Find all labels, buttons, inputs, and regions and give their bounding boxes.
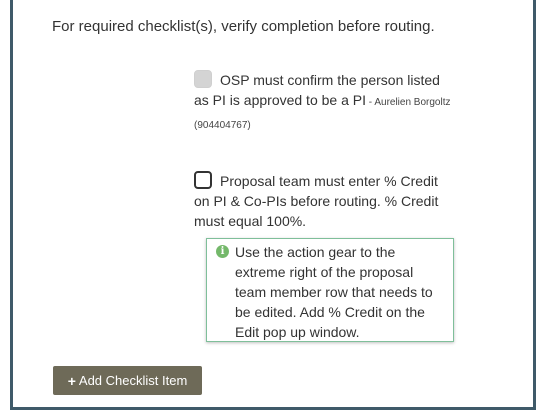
help-tooltip: i Use the action gear to the extreme rig… <box>206 238 454 342</box>
add-checklist-item-label: Add Checklist Item <box>78 373 188 388</box>
checklist-checkbox-disabled <box>194 70 212 88</box>
add-checklist-item-button[interactable]: + Add Checklist Item <box>53 366 202 395</box>
checklist-instruction: For required checklist(s), verify comple… <box>52 18 435 35</box>
checklist-item-percent-credit: Proposal team must enter % Credit on PI … <box>194 171 456 231</box>
plus-icon: + <box>67 372 76 389</box>
checklist-item-pi-approval: OSP must confirm the person listed as PI… <box>194 70 456 136</box>
checklist-item-label: Proposal team must enter % Credit on PI … <box>194 173 439 229</box>
checklist-checkbox[interactable] <box>194 171 212 189</box>
info-icon: i <box>216 245 229 258</box>
tooltip-text: Use the action gear to the extreme right… <box>235 244 433 340</box>
